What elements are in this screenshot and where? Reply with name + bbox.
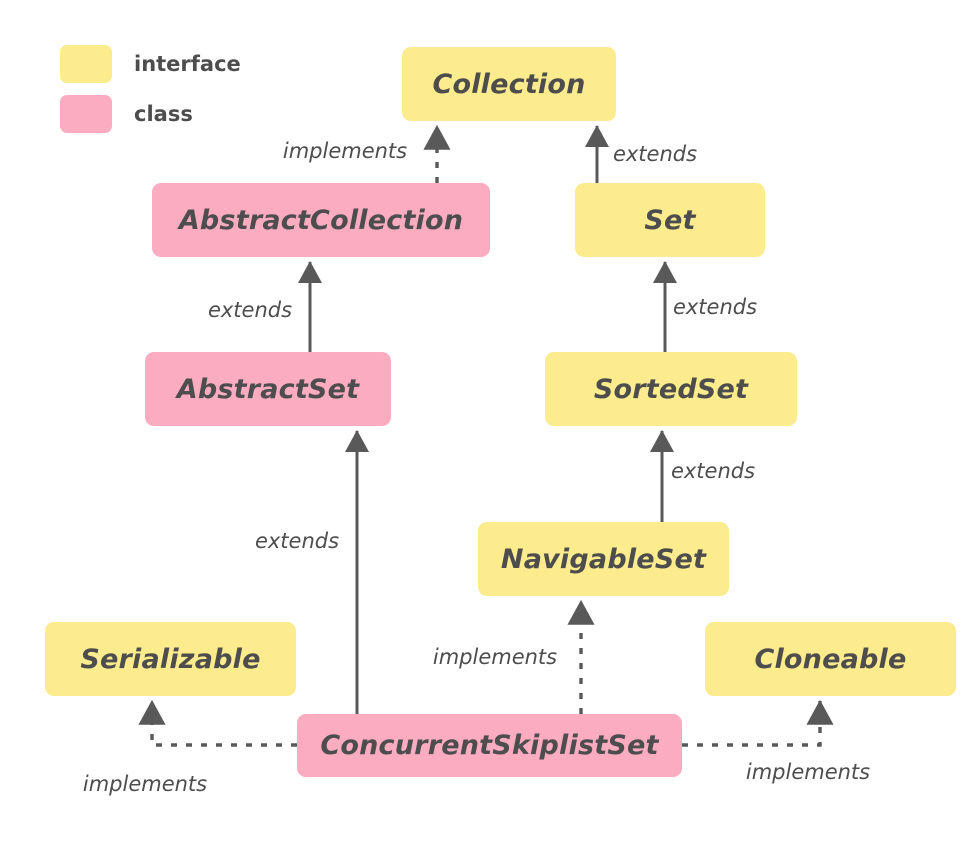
- legend-item-class: class: [60, 95, 241, 133]
- edge-label-set-extends-collection: extends: [612, 142, 698, 166]
- edge-label-abstractcollection-implements-collection: implements: [282, 139, 408, 163]
- edge-label-concurrentskiplistset-implements-cloneable: implements: [745, 760, 871, 784]
- legend-item-interface: interface: [60, 45, 241, 83]
- node-set[interactable]: Set: [575, 183, 765, 257]
- node-serializable[interactable]: Serializable: [45, 622, 296, 696]
- edge-label-sortedset-extends-set: extends: [672, 295, 758, 319]
- legend: interface class: [60, 45, 241, 145]
- node-label-sorted-set: SortedSet: [593, 373, 749, 405]
- edge-concurrentskiplistset-implements-cloneable: [682, 699, 834, 747]
- class-hierarchy-diagram: Collection --> Collection --> AbstractCo…: [0, 0, 978, 855]
- edge-label-navigableset-extends-sortedset: extends: [670, 459, 756, 483]
- node-label-collection: Collection: [432, 68, 586, 100]
- node-abstract-collection[interactable]: AbstractCollection: [152, 183, 490, 257]
- node-collection[interactable]: Collection: [402, 47, 616, 121]
- node-label-set: Set: [644, 204, 696, 236]
- node-abstract-set[interactable]: AbstractSet: [145, 352, 391, 426]
- node-navigable-set[interactable]: NavigableSet: [478, 522, 729, 596]
- edge-label-concurrentskiplistset-extends-abstractset: extends: [254, 529, 340, 553]
- legend-swatch-interface: [60, 45, 112, 83]
- node-label-serializable: Serializable: [80, 643, 261, 675]
- legend-label-class: class: [134, 102, 193, 126]
- node-label-navigable-set: NavigableSet: [500, 543, 707, 575]
- edge-label-concurrentskiplistset-implements-serializable: implements: [82, 772, 208, 796]
- node-label-abstract-collection: AbstractCollection: [178, 204, 464, 236]
- edge-label-concurrentskiplistset-implements-navigableset: implements: [432, 645, 558, 669]
- legend-label-interface: interface: [134, 52, 241, 76]
- legend-swatch-class: [60, 95, 112, 133]
- node-concurrent-skiplist-set[interactable]: ConcurrentSkiplistSet: [297, 714, 682, 777]
- node-label-abstract-set: AbstractSet: [176, 373, 360, 405]
- node-label-cloneable: Cloneable: [754, 643, 907, 675]
- edge-concurrentskiplistset-implements-serializable: [138, 699, 297, 747]
- node-sorted-set[interactable]: SortedSet: [545, 352, 797, 426]
- node-label-concurrent-skiplist-set: ConcurrentSkiplistSet: [320, 730, 659, 761]
- edge-label-abstractset-extends-abstractcollection: extends: [207, 298, 293, 322]
- node-cloneable[interactable]: Cloneable: [705, 622, 956, 696]
